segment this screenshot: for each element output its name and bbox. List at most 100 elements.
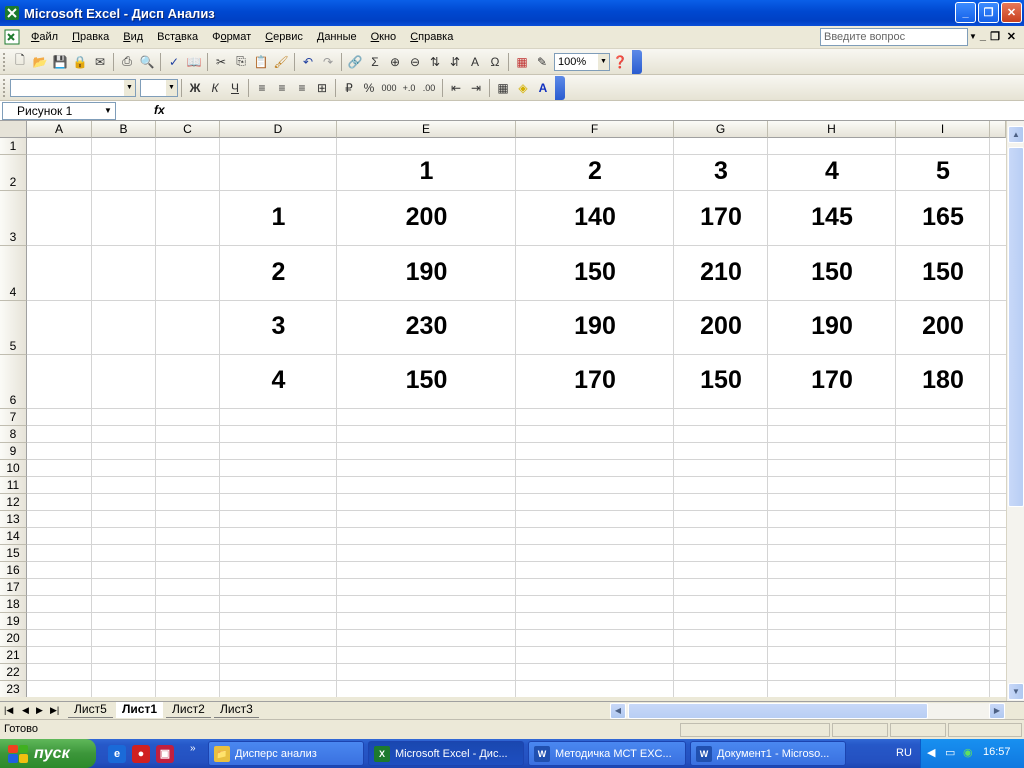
toolbar-options-icon[interactable] <box>632 49 642 74</box>
insert-function-icon[interactable]: fx <box>154 103 165 117</box>
column-header[interactable]: C <box>156 121 220 138</box>
table-cell[interactable]: 170 <box>768 366 896 395</box>
table-cell[interactable]: 145 <box>768 203 896 232</box>
row-header[interactable]: 19 <box>0 613 27 630</box>
horizontal-scrollbar[interactable]: ◀ ▶ <box>610 703 1005 719</box>
font-size-select[interactable]: ▼ <box>140 78 178 97</box>
table-cell[interactable]: 190 <box>337 258 516 287</box>
research-icon[interactable]: 📖 <box>184 52 204 72</box>
formula-input[interactable] <box>172 102 1022 120</box>
row-header[interactable]: 8 <box>0 426 27 443</box>
font-color-icon[interactable]: A <box>533 78 553 98</box>
hyperlink-icon[interactable]: 🔗 <box>345 52 365 72</box>
row-header[interactable]: 2 <box>0 155 27 191</box>
decrease-decimal-icon[interactable]: .00 <box>419 78 439 98</box>
table-cell[interactable]: 150 <box>337 366 516 395</box>
bold-button[interactable]: Ж <box>185 78 205 98</box>
name-box-dropdown-icon[interactable]: ▼ <box>101 103 115 119</box>
quicklaunch-more-icon[interactable]: » <box>190 743 196 754</box>
row-header[interactable]: 22 <box>0 664 27 681</box>
vertical-scroll-thumb[interactable] <box>1008 147 1024 507</box>
scroll-down-icon[interactable]: ▼ <box>1008 683 1024 700</box>
table-cell[interactable]: 170 <box>516 366 674 395</box>
open-icon[interactable]: 📂 <box>30 52 50 72</box>
scroll-left-icon[interactable]: ◀ <box>610 703 626 719</box>
menu-item[interactable]: Формат <box>205 26 258 48</box>
row-header[interactable]: 1 <box>0 138 27 155</box>
save-icon[interactable]: 💾 <box>50 52 70 72</box>
permission-icon[interactable]: 🔒 <box>70 52 90 72</box>
zoom-dropdown-icon[interactable]: ▼ <box>598 53 609 70</box>
table-cell[interactable]: 150 <box>516 258 674 287</box>
vertical-scrollbar[interactable]: ▲ ▼ <box>1006 121 1024 701</box>
doc-close-button[interactable]: ✕ <box>1007 30 1016 43</box>
sheet-tab[interactable]: Лист2 <box>166 702 211 718</box>
horizontal-scroll-thumb[interactable] <box>628 703 928 719</box>
taskbar-task[interactable]: 📁 Дисперс анализ <box>208 741 364 766</box>
cut-icon[interactable]: ✂ <box>211 52 231 72</box>
table-cell[interactable]: 2 <box>516 157 674 186</box>
taskbar-task[interactable]: W Методичка МСТ EXC... <box>528 741 686 766</box>
toolbar-grip[interactable] <box>3 52 7 71</box>
menu-item[interactable]: Сервис <box>258 26 310 48</box>
table-cell[interactable]: 210 <box>674 258 768 287</box>
row-header[interactable]: 15 <box>0 545 27 562</box>
menu-item[interactable]: Файл <box>24 26 65 48</box>
prev-sheet-icon[interactable]: ◀ <box>22 705 29 716</box>
security-icon[interactable]: ◉ <box>963 746 973 759</box>
table-cell[interactable]: 150 <box>768 258 896 287</box>
table-cell[interactable]: 190 <box>516 312 674 341</box>
spelling-icon[interactable]: ✓ <box>164 52 184 72</box>
select-all-corner[interactable] <box>0 121 27 138</box>
taskbar-task[interactable]: W Документ1 - Microso... <box>690 741 846 766</box>
row-header[interactable]: 11 <box>0 477 27 494</box>
underline-button[interactable]: Ч <box>225 78 245 98</box>
sort-ascending-icon[interactable]: ⇅ <box>425 52 445 72</box>
table-cell[interactable]: 165 <box>896 203 990 232</box>
row-header[interactable]: 7 <box>0 409 27 426</box>
sheet-tab[interactable]: Лист3 <box>214 702 259 718</box>
first-sheet-icon[interactable]: |◀ <box>4 705 13 716</box>
column-header[interactable]: I <box>896 121 990 138</box>
row-header[interactable]: 10 <box>0 460 27 477</box>
sheet-tab[interactable]: Лист5 <box>68 702 113 718</box>
row-header[interactable]: 23 <box>0 681 27 697</box>
zoom-out-icon[interactable]: ⊖ <box>405 52 425 72</box>
menu-item[interactable]: Окно <box>364 26 404 48</box>
column-header[interactable]: B <box>92 121 156 138</box>
menu-item[interactable]: Правка <box>65 26 116 48</box>
row-header[interactable]: 20 <box>0 630 27 647</box>
table-cell[interactable]: 200 <box>896 312 990 341</box>
table-cell[interactable]: 150 <box>674 366 768 395</box>
percent-button[interactable]: % <box>359 78 379 98</box>
symbol-icon[interactable]: Ω <box>485 52 505 72</box>
clock[interactable]: 16:57 <box>983 746 1011 758</box>
table-cell[interactable]: 170 <box>674 203 768 232</box>
row-header[interactable]: 4 <box>0 246 27 301</box>
scroll-up-icon[interactable]: ▲ <box>1008 126 1024 143</box>
help-dropdown-icon[interactable]: ▼ <box>967 29 979 45</box>
row-header[interactable]: 18 <box>0 596 27 613</box>
row-header[interactable]: 12 <box>0 494 27 511</box>
table-cell[interactable]: 190 <box>768 312 896 341</box>
media-icon[interactable]: ● <box>132 745 150 763</box>
copy-icon[interactable]: ⎘ <box>231 52 251 72</box>
size-dropdown-icon[interactable]: ▼ <box>166 79 177 96</box>
column-header[interactable]: D <box>220 121 337 138</box>
print-icon[interactable]: ⎙ <box>117 52 137 72</box>
email-icon[interactable]: ✉ <box>90 52 110 72</box>
next-sheet-icon[interactable]: ▶ <box>36 705 43 716</box>
last-sheet-icon[interactable]: ▶| <box>50 705 59 716</box>
toolbar-grip[interactable] <box>3 78 7 97</box>
row-header[interactable]: 5 <box>0 301 27 355</box>
row-header[interactable]: 9 <box>0 443 27 460</box>
menu-item[interactable]: Данные <box>310 26 364 48</box>
drawing-icon[interactable]: ✎ <box>532 52 552 72</box>
help-search-input[interactable]: Введите вопрос ▼ <box>820 28 977 46</box>
menu-item[interactable]: Справка <box>403 26 460 48</box>
redo-icon[interactable]: ↷ <box>318 52 338 72</box>
table-cell[interactable]: 3 <box>674 157 768 186</box>
paste-icon[interactable]: 📋 <box>251 52 271 72</box>
toolbar-options-icon[interactable] <box>555 75 565 100</box>
ie-icon[interactable]: e <box>108 745 126 763</box>
